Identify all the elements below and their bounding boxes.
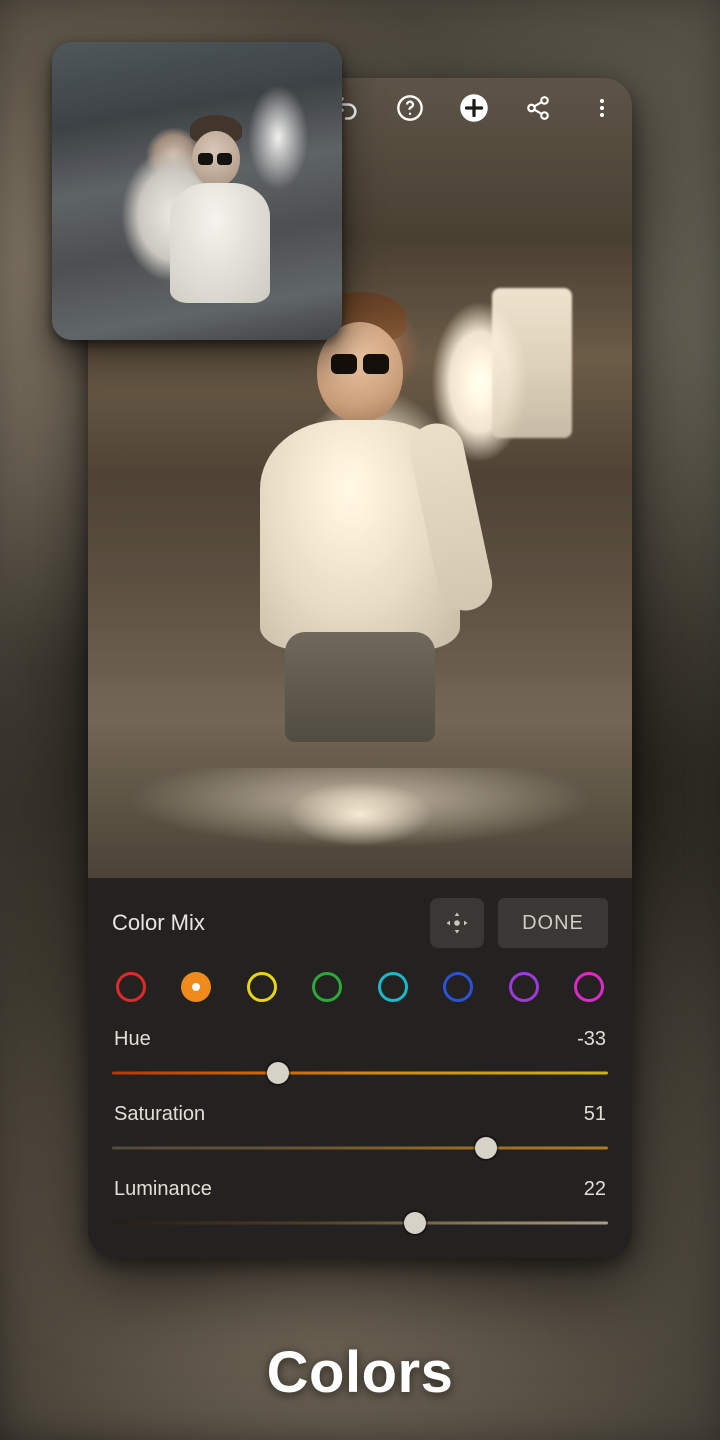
original-photo-thumbnail[interactable] <box>52 42 342 340</box>
swatch-orange[interactable] <box>181 972 211 1002</box>
swatch-purple[interactable] <box>509 972 539 1002</box>
pan-move-button[interactable] <box>430 898 484 948</box>
luminance-slider-group: Luminance 22 <box>112 1178 608 1235</box>
saturation-value: 51 <box>584 1103 606 1126</box>
feature-caption: Colors <box>0 1339 720 1406</box>
color-swatch-row <box>116 972 604 1002</box>
waterfall-detail <box>492 288 572 438</box>
luminance-thumb[interactable] <box>404 1212 426 1234</box>
more-icon[interactable] <box>586 92 618 124</box>
swatch-blue[interactable] <box>443 972 473 1002</box>
color-mix-panel: Color Mix DONE Hue -33 <box>88 878 632 1258</box>
swatch-aqua[interactable] <box>378 972 408 1002</box>
saturation-slider-group: Saturation 51 <box>112 1103 608 1160</box>
swatch-red[interactable] <box>116 972 146 1002</box>
saturation-thumb[interactable] <box>475 1137 497 1159</box>
hue-value: -33 <box>577 1028 606 1051</box>
stream-detail <box>128 768 592 848</box>
add-icon[interactable] <box>458 92 490 124</box>
photo-subject <box>260 382 460 742</box>
thumbnail-content <box>52 42 342 340</box>
hue-label: Hue <box>114 1028 151 1051</box>
luminance-label: Luminance <box>114 1178 212 1201</box>
panel-header: Color Mix DONE <box>112 896 608 950</box>
luminance-value: 22 <box>584 1178 606 1201</box>
hue-track <box>112 1072 608 1075</box>
hue-slider-group: Hue -33 <box>112 1028 608 1085</box>
swatch-green[interactable] <box>312 972 342 1002</box>
hue-slider[interactable] <box>112 1061 608 1085</box>
saturation-slider[interactable] <box>112 1136 608 1160</box>
share-icon[interactable] <box>522 92 554 124</box>
help-icon[interactable] <box>394 92 426 124</box>
saturation-track <box>112 1147 608 1150</box>
swatch-yellow[interactable] <box>247 972 277 1002</box>
saturation-label: Saturation <box>114 1103 205 1126</box>
done-button[interactable]: DONE <box>498 898 608 948</box>
hue-thumb[interactable] <box>267 1062 289 1084</box>
luminance-track <box>112 1222 608 1225</box>
swatch-magenta[interactable] <box>574 972 604 1002</box>
panel-title: Color Mix <box>112 910 416 936</box>
luminance-slider[interactable] <box>112 1211 608 1235</box>
